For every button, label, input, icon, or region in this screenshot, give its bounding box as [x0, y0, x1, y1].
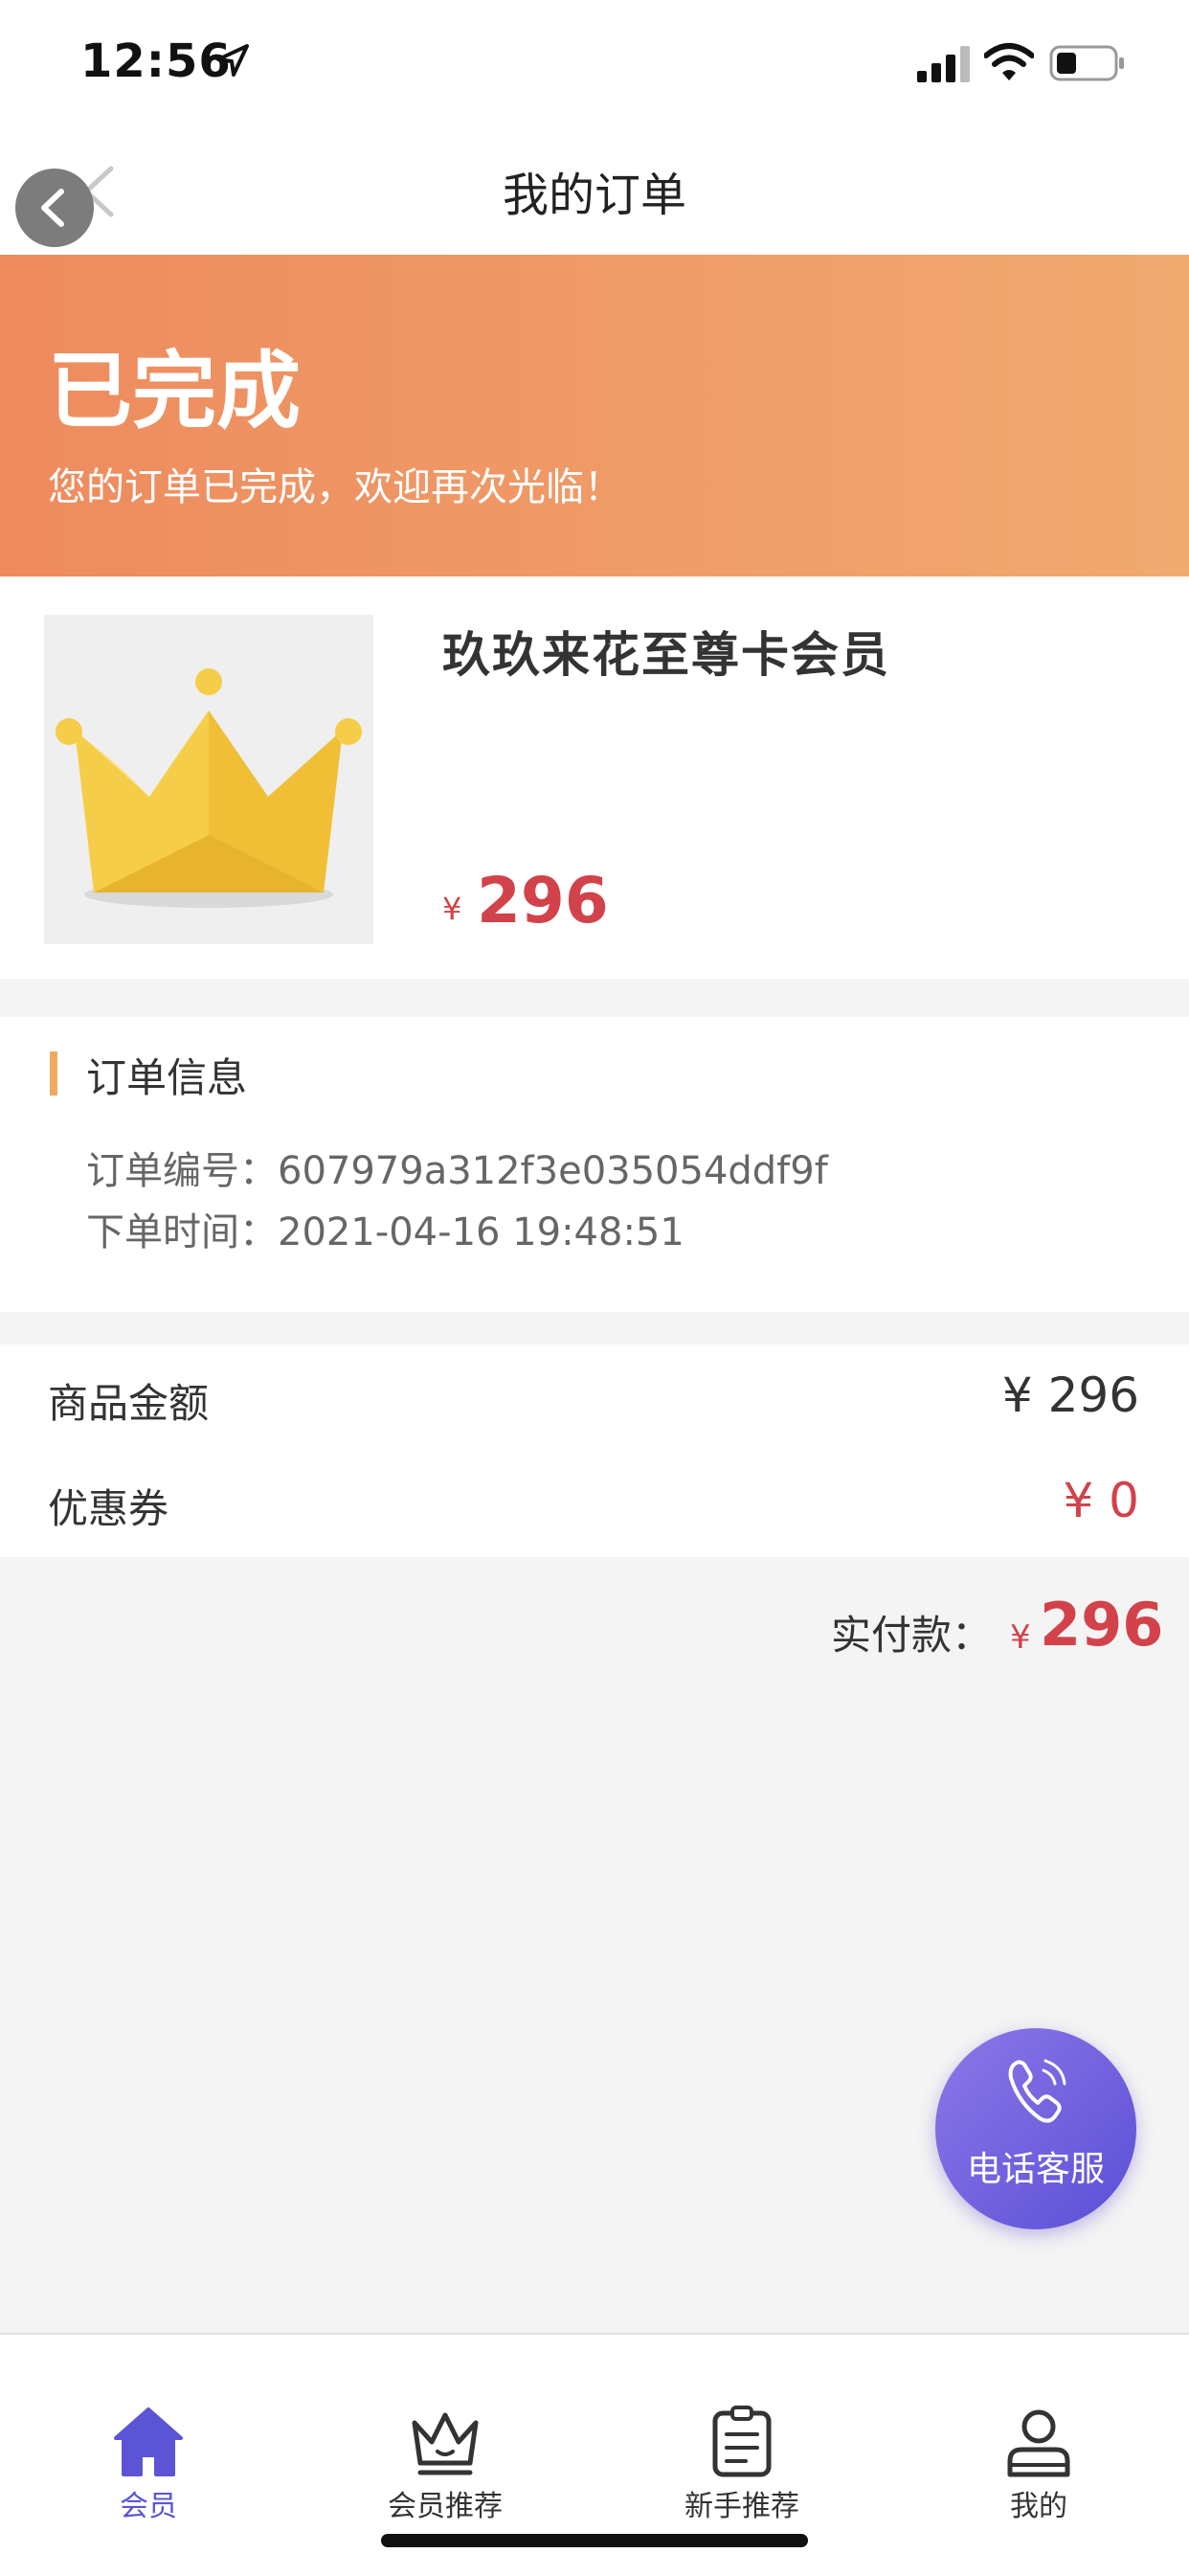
product-price-currency: ¥ [442, 891, 462, 927]
tab-member-label: 会员 [120, 2490, 177, 2523]
paid-currency: ¥ [1010, 1618, 1031, 1657]
order-number-label: 订单编号： [86, 1149, 278, 1193]
user-icon [1007, 2409, 1070, 2477]
order-number-row: 订单编号：607979a312f3e035054ddf9f [86, 1140, 828, 1195]
goods-amount-label: 商品金额 [48, 1380, 210, 1427]
coupon-value: ¥ 0 [1063, 1473, 1139, 1528]
product-image [44, 615, 373, 944]
product-name: 玖玖来花至尊卡会员 [442, 627, 890, 683]
order-time-label: 下单时间： [86, 1210, 278, 1254]
section-accent-bar [50, 1051, 57, 1096]
order-info-heading: 订单信息 [86, 1054, 248, 1101]
tab-newbie-recommend[interactable]: 新手推荐 [594, 2406, 890, 2524]
paid-label: 实付款： [831, 1612, 993, 1659]
phone-icon [1008, 2059, 1066, 2123]
page-title: 我的订单 [502, 169, 686, 222]
battery-icon [1049, 45, 1124, 81]
location-arrow-icon [216, 44, 249, 77]
product-price: 296 [477, 864, 609, 938]
crown-icon [412, 2412, 479, 2475]
tab-member[interactable]: 会员 [0, 2406, 297, 2524]
order-status-subtitle: 您的订单已完成，欢迎再次光临！ [48, 465, 622, 509]
signal-icon [917, 46, 970, 82]
phone-service-label: 电话客服 [966, 2150, 1105, 2189]
crown-image-icon [56, 668, 362, 908]
tab-member-recommend[interactable]: 会员推荐 [297, 2406, 594, 2524]
home-indicator [381, 2534, 808, 2547]
order-number-value: 607979a312f3e035054ddf9f [278, 1149, 828, 1193]
tab-mine[interactable]: 我的 [890, 2406, 1187, 2524]
order-time-value: 2021-04-16 19:48:51 [278, 1210, 684, 1254]
home-icon [114, 2407, 183, 2476]
clipboard-icon [712, 2406, 772, 2477]
tab-newbie-recommend-label: 新手推荐 [684, 2490, 799, 2523]
wifi-icon [984, 43, 1034, 80]
goods-amount-value: ¥ 296 [1001, 1367, 1139, 1423]
tab-member-recommend-label: 会员推荐 [388, 2490, 503, 2523]
status-time: 12:56 [80, 34, 232, 88]
order-time-row: 下单时间：2021-04-16 19:48:51 [86, 1201, 684, 1256]
order-status-title: 已完成 [48, 342, 302, 441]
coupon-label: 优惠券 [48, 1485, 169, 1532]
paid-amount: 296 [1040, 1590, 1164, 1660]
tab-mine-label: 我的 [1010, 2490, 1067, 2523]
